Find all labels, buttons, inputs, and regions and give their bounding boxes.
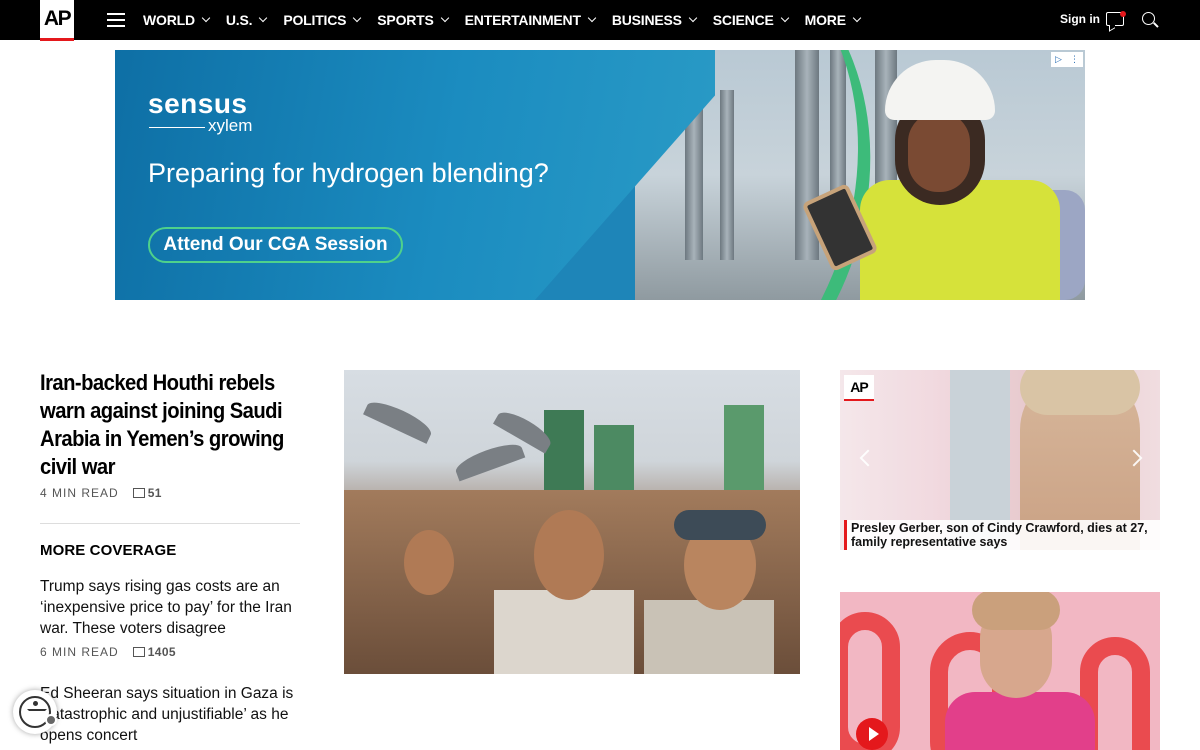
promo-jacket bbox=[945, 692, 1095, 750]
ad-banner[interactable]: sensus xylem Preparing for hydrogen blen… bbox=[115, 50, 1085, 300]
accessibility-icon[interactable] bbox=[13, 690, 57, 734]
chevron-down-icon bbox=[587, 13, 597, 23]
search-icon[interactable] bbox=[1142, 12, 1155, 25]
lead-story-image[interactable] bbox=[344, 370, 800, 674]
chevron-down-icon bbox=[201, 13, 211, 23]
read-time: 6 MIN READ bbox=[40, 645, 119, 659]
nav-item-more[interactable]: MORE bbox=[804, 12, 862, 28]
sign-in-link[interactable]: Sign in bbox=[1060, 12, 1100, 26]
story-meta: 6 MIN READ 1405 bbox=[40, 645, 176, 659]
ad-cta-button[interactable]: Attend Our CGA Session bbox=[148, 227, 403, 263]
comment-count[interactable]: 51 bbox=[132, 486, 162, 500]
ad-worker-face bbox=[908, 112, 970, 192]
main-nav: WORLD U.S. POLITICS SPORTS ENTERTAINMENT… bbox=[143, 0, 877, 40]
nav-item-sports[interactable]: SPORTS bbox=[377, 12, 449, 28]
nav-item-us[interactable]: U.S. bbox=[225, 12, 268, 28]
lead-story-headline[interactable]: Iran-backed Houthi rebels warn against j… bbox=[40, 369, 288, 481]
hero-dagger bbox=[452, 438, 526, 482]
nav-label: BUSINESS bbox=[611, 12, 682, 28]
nav-label: ENTERTAINMENT bbox=[464, 12, 581, 28]
nav-item-science[interactable]: SCIENCE bbox=[712, 12, 789, 28]
ap-logo[interactable]: AP bbox=[40, 0, 74, 41]
adchoices-icon[interactable]: ▷ ⋮ bbox=[1051, 52, 1083, 67]
play-icon[interactable] bbox=[856, 718, 888, 750]
hero-dagger bbox=[363, 396, 435, 444]
hero-flag bbox=[724, 405, 764, 495]
ad-brand-xylem: xylem bbox=[208, 116, 253, 135]
lead-story-meta: 4 MIN READ 51 bbox=[40, 486, 162, 500]
accessibility-status-dot bbox=[45, 714, 57, 726]
notification-dot bbox=[1120, 11, 1126, 17]
more-coverage-story[interactable]: Trump says rising gas costs are an ‘inex… bbox=[40, 576, 310, 639]
hero-shirt bbox=[494, 590, 634, 674]
nav-label: POLITICS bbox=[283, 12, 347, 28]
divider bbox=[40, 523, 300, 524]
ad-headline: Preparing for hydrogen blending? bbox=[148, 158, 549, 188]
hero-face bbox=[404, 530, 454, 595]
ad-brand-divider bbox=[149, 127, 205, 128]
hero-headscarf bbox=[674, 510, 766, 540]
more-coverage-story[interactable]: Ed Sheeran says situation in Gaza is ‘ca… bbox=[40, 683, 310, 746]
chevron-down-icon bbox=[353, 13, 362, 23]
ap-badge-text: AP bbox=[850, 379, 868, 395]
chevron-down-icon bbox=[688, 13, 698, 23]
hero-face bbox=[534, 510, 604, 600]
promo-hair bbox=[972, 592, 1060, 630]
nav-label: MORE bbox=[804, 12, 846, 28]
nav-item-politics[interactable]: POLITICS bbox=[283, 12, 362, 28]
nav-label: SCIENCE bbox=[712, 12, 774, 28]
video-promo-thumbnail[interactable] bbox=[840, 592, 1160, 750]
comment-icon bbox=[132, 488, 145, 498]
video-promo-carousel[interactable]: AP Presley Gerber, son of Cindy Crawford… bbox=[840, 370, 1160, 550]
promo-caption[interactable]: Presley Gerber, son of Cindy Crawford, d… bbox=[844, 520, 1160, 550]
hero-flag bbox=[544, 410, 584, 500]
nav-item-business[interactable]: BUSINESS bbox=[611, 12, 698, 28]
hero-shirt bbox=[644, 600, 774, 674]
comment-count[interactable]: 1405 bbox=[132, 645, 176, 659]
read-time: 4 MIN READ bbox=[40, 486, 119, 500]
chevron-down-icon bbox=[440, 13, 449, 23]
promo-hair bbox=[1020, 370, 1140, 415]
more-coverage-heading: MORE COVERAGE bbox=[40, 542, 177, 559]
top-navigation-bar: AP WORLD U.S. POLITICS SPORTS ENTERTAINM… bbox=[0, 0, 1200, 41]
chevron-down-icon bbox=[852, 13, 862, 23]
comment-icon bbox=[132, 647, 145, 657]
nav-item-entertainment[interactable]: ENTERTAINMENT bbox=[464, 12, 597, 28]
nav-label: SPORTS bbox=[377, 12, 434, 28]
comment-count-value: 1405 bbox=[147, 645, 176, 659]
chevron-down-icon bbox=[259, 13, 268, 23]
carousel-prev-icon[interactable] bbox=[859, 449, 877, 467]
comment-count-value: 51 bbox=[147, 486, 162, 500]
nav-label: WORLD bbox=[143, 12, 195, 28]
ap-badge: AP bbox=[844, 375, 874, 401]
ap-logo-text: AP bbox=[43, 7, 72, 30]
hamburger-menu-icon[interactable] bbox=[107, 13, 125, 27]
nav-item-world[interactable]: WORLD bbox=[143, 12, 211, 28]
chevron-down-icon bbox=[780, 13, 789, 23]
nav-label: U.S. bbox=[225, 12, 253, 28]
